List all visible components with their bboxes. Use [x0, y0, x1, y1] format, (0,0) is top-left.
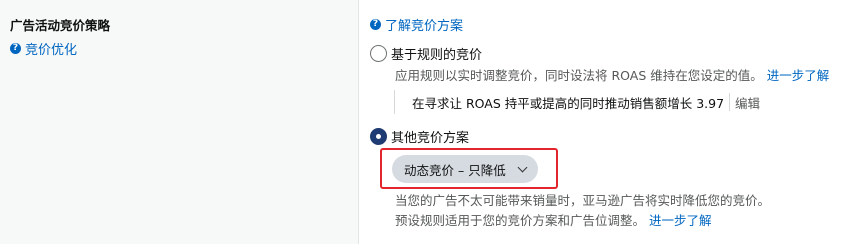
dynamic-desc-text: 当您的广告不太可能带来销量时，亚马逊广告将实时降低您的竞价。预设规则适用于您的竞… [395, 193, 771, 228]
dropdown-value: 动态竞价 – 只降低 [404, 162, 506, 178]
bid-optimization-help-link[interactable]: ? 竞价优化 [10, 39, 77, 58]
rule-based-label: 基于规则的竞价 [391, 48, 483, 63]
radio-rule-based[interactable] [370, 45, 387, 62]
other-bidding-option[interactable]: 其他竞价方案 [370, 127, 469, 146]
edit-rule-button[interactable]: 编辑 [735, 93, 760, 112]
vertical-divider [358, 0, 359, 244]
other-bidding-label: 其他竞价方案 [391, 131, 470, 146]
rule-summary-row: 在寻求让 ROAS 持平或提高的同时推动销售额增长 3.97 编辑 [394, 90, 760, 114]
question-circle-icon: ? [370, 19, 381, 30]
dynamic-learn-more-link[interactable]: 进一步了解 [649, 213, 712, 228]
rule-summary-text: 在寻求让 ROAS 持平或提高的同时推动销售额增长 3.97 [412, 95, 725, 111]
rule-based-bidding-option[interactable]: 基于规则的竞价 [370, 44, 482, 63]
rule-learn-more-link[interactable]: 进一步了解 [767, 68, 830, 83]
question-circle-icon: ? [10, 43, 21, 54]
left-panel [0, 0, 358, 244]
rule-desc-text: 应用规则以实时调整竞价，同时设法将 ROAS 维持在您设定的值。 [395, 68, 763, 83]
separator [729, 93, 731, 111]
help-link-label: 了解竞价方案 [385, 19, 464, 34]
chevron-down-icon [517, 162, 528, 173]
section-title: 广告活动竞价策略 [10, 18, 111, 33]
radio-other-bidding[interactable] [370, 128, 387, 145]
rule-based-description: 应用规则以实时调整竞价，同时设法将 ROAS 维持在您设定的值。 进一步了解 [395, 65, 829, 84]
bidding-strategy-dropdown[interactable]: 动态竞价 – 只降低 [392, 155, 538, 183]
dynamic-bidding-description: 当您的广告不太可能带来销量时，亚马逊广告将实时降低您的竞价。预设规则适用于您的竞… [395, 191, 775, 231]
bidding-plan-help-link[interactable]: ? 了解竞价方案 [370, 15, 463, 34]
help-link-label: 竞价优化 [25, 43, 78, 58]
